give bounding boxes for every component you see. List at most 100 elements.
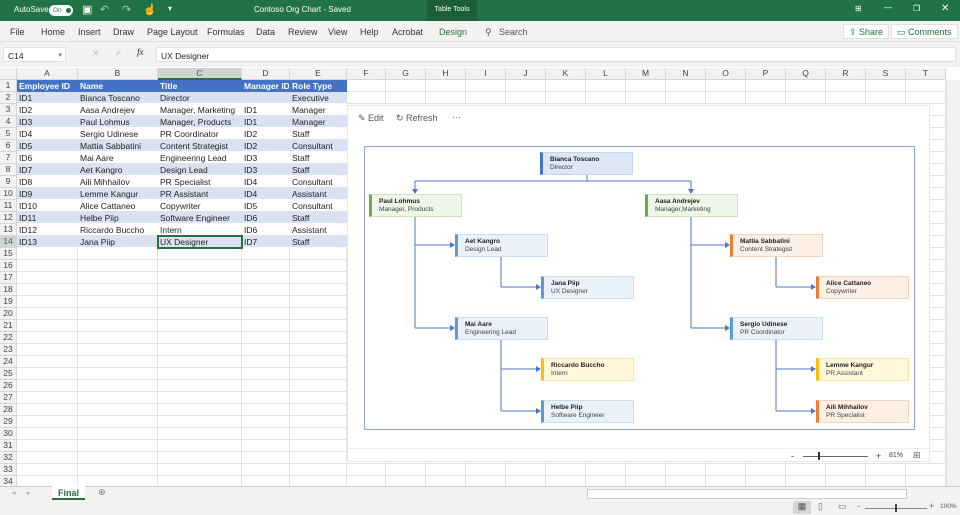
cell[interactable] (158, 452, 242, 464)
cell[interactable] (78, 248, 158, 260)
table-cell[interactable]: ID11 (17, 212, 78, 224)
table-cell[interactable]: ID12 (17, 224, 78, 236)
cell[interactable] (17, 404, 78, 416)
row-header-17[interactable]: 17 (0, 272, 17, 284)
page-layout-view-icon[interactable]: ▯ (818, 501, 823, 512)
row-header-11[interactable]: 11 (0, 200, 17, 212)
table-cell[interactable]: Consultant (290, 200, 347, 212)
org-node[interactable]: Aasa Andrejev Manager,Marketing (645, 194, 738, 217)
cell[interactable] (586, 92, 626, 104)
cell[interactable] (242, 260, 290, 272)
cell[interactable] (242, 368, 290, 380)
cell[interactable] (158, 356, 242, 368)
cell[interactable] (158, 380, 242, 392)
org-node[interactable]: Aili Mihhailov PR Specialist (816, 400, 909, 423)
cell[interactable] (242, 344, 290, 356)
cell[interactable] (290, 380, 347, 392)
cell[interactable] (426, 464, 466, 476)
table-header-cell[interactable]: Employee ID (17, 80, 78, 92)
table-cell[interactable]: Jana Piip (78, 236, 158, 248)
column-header-n[interactable]: N (666, 68, 706, 80)
insert-function-icon[interactable]: fx (137, 47, 144, 57)
enter-icon[interactable]: ✓ (115, 48, 123, 59)
row-header-9[interactable]: 9 (0, 176, 17, 188)
row-header-28[interactable]: 28 (0, 404, 17, 416)
row-header-3[interactable]: 3 (0, 104, 17, 116)
cell[interactable] (746, 80, 786, 92)
column-header-g[interactable]: G (386, 68, 426, 80)
table-cell[interactable]: ID5 (17, 140, 78, 152)
org-node[interactable]: Jana Piip UX Designer (541, 276, 634, 299)
row-header-30[interactable]: 30 (0, 428, 17, 440)
cell[interactable] (906, 464, 946, 476)
cell[interactable] (666, 80, 706, 92)
vertical-scrollbar[interactable] (946, 80, 960, 488)
tab-view[interactable]: View (328, 27, 347, 37)
cell[interactable] (17, 464, 78, 476)
table-cell[interactable]: ID6 (242, 212, 290, 224)
table-cell[interactable]: Intern (158, 224, 242, 236)
restore-icon[interactable]: ❐ (913, 4, 920, 13)
table-cell[interactable]: Design Lead (158, 164, 242, 176)
table-cell[interactable]: Aet Kangro (78, 164, 158, 176)
row-header-25[interactable]: 25 (0, 368, 17, 380)
cell[interactable] (17, 332, 78, 344)
cell[interactable] (290, 404, 347, 416)
status-zoom-in[interactable]: + (929, 501, 934, 511)
table-cell[interactable]: PR Coordinator (158, 128, 242, 140)
row-header-19[interactable]: 19 (0, 296, 17, 308)
cell[interactable] (290, 260, 347, 272)
column-header-e[interactable]: E (290, 68, 347, 80)
table-cell[interactable]: Bianca Toscano (78, 92, 158, 104)
zoom-in-button[interactable]: + (876, 451, 881, 461)
cell[interactable] (78, 296, 158, 308)
table-cell[interactable]: ID5 (242, 200, 290, 212)
table-cell[interactable]: Consultant (290, 140, 347, 152)
cell[interactable] (290, 452, 347, 464)
cell[interactable] (78, 260, 158, 272)
cancel-icon[interactable]: ✕ (92, 48, 100, 59)
cell[interactable] (158, 248, 242, 260)
cell[interactable] (158, 428, 242, 440)
table-cell[interactable]: ID7 (242, 236, 290, 248)
cell[interactable] (17, 248, 78, 260)
minimize-icon[interactable]: — (884, 3, 892, 12)
cell[interactable] (290, 392, 347, 404)
cell[interactable] (17, 308, 78, 320)
cell[interactable] (78, 308, 158, 320)
cell[interactable] (626, 92, 666, 104)
table-cell[interactable]: Riccardo Buccho (78, 224, 158, 236)
table-cell[interactable]: ID3 (242, 164, 290, 176)
table-cell[interactable]: Staff (290, 128, 347, 140)
cell[interactable] (426, 92, 466, 104)
table-cell[interactable]: ID3 (17, 116, 78, 128)
table-cell[interactable]: Consultant (290, 176, 347, 188)
zoom-slider-thumb[interactable] (818, 452, 820, 460)
cell[interactable] (17, 320, 78, 332)
column-header-p[interactable]: P (746, 68, 786, 80)
cell[interactable] (78, 320, 158, 332)
column-header-k[interactable]: K (546, 68, 586, 80)
cell[interactable] (17, 428, 78, 440)
table-cell[interactable]: Manager (290, 104, 347, 116)
column-header-s[interactable]: S (866, 68, 906, 80)
cell[interactable] (906, 92, 946, 104)
tab-file[interactable]: File (10, 27, 25, 37)
cell[interactable] (290, 296, 347, 308)
tab-formulas[interactable]: Formulas (207, 27, 245, 37)
table-cell[interactable]: Staff (290, 164, 347, 176)
table-cell[interactable]: Executive (290, 92, 347, 104)
cell[interactable] (786, 80, 826, 92)
column-header-r[interactable]: R (826, 68, 866, 80)
table-cell[interactable]: ID4 (17, 128, 78, 140)
more-options-button[interactable]: ··· (452, 112, 461, 122)
row-header-2[interactable]: 2 (0, 92, 17, 104)
cell[interactable] (78, 440, 158, 452)
table-cell[interactable]: Engineering Lead (158, 152, 242, 164)
table-cell[interactable]: Content Strategist (158, 140, 242, 152)
cell[interactable] (17, 416, 78, 428)
org-node[interactable]: Sergio Udinese PR Coordinator (730, 317, 823, 340)
table-cell[interactable]: ID3 (242, 152, 290, 164)
org-node[interactable]: Alice Cattaneo Copywriter (816, 276, 909, 299)
table-cell[interactable]: Assistant (290, 224, 347, 236)
